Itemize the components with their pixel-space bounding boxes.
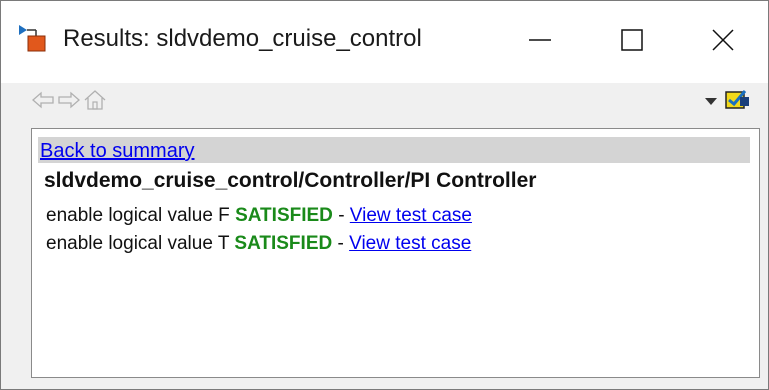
status-satisfied: SATISFIED [234, 233, 333, 254]
dropdown-arrow-icon[interactable] [705, 95, 717, 113]
minimize-button[interactable] [494, 1, 586, 83]
back-to-summary-link[interactable]: Back to summary [40, 140, 194, 163]
maximize-button[interactable] [586, 1, 678, 83]
title-bar[interactable]: Results: sldvdemo_cruise_control [1, 1, 768, 83]
objective-row: enable logical value F SATISFIED - View … [46, 205, 472, 231]
navigation-toolbar [1, 83, 768, 119]
minimize-icon [528, 28, 552, 57]
objective-label: enable logical value T [46, 233, 230, 254]
maximize-icon [620, 28, 644, 57]
separator: - [338, 205, 345, 226]
results-window: Results: sldvdemo_cruise_control Back to… [0, 0, 769, 390]
window-title: Results: sldvdemo_cruise_control [63, 25, 422, 52]
sldv-results-app-icon [17, 23, 47, 53]
view-test-case-link[interactable]: View test case [350, 205, 472, 226]
view-test-case-link[interactable]: View test case [349, 233, 471, 254]
close-icon [711, 28, 735, 57]
objective-label: enable logical value F [46, 205, 230, 226]
separator: - [337, 233, 344, 254]
results-content-pane: Back to summary sldvdemo_cruise_control/… [31, 128, 760, 378]
status-satisfied: SATISFIED [235, 205, 333, 226]
back-arrow-icon[interactable] [31, 89, 55, 116]
forward-arrow-icon[interactable] [57, 89, 81, 116]
close-button[interactable] [677, 1, 769, 83]
block-path-heading: sldvdemo_cruise_control/Controller/PI Co… [44, 169, 537, 192]
home-icon[interactable] [83, 89, 107, 116]
highlight-model-icon[interactable] [725, 88, 751, 117]
objective-row: enable logical value T SATISFIED - View … [46, 233, 471, 259]
back-to-summary-row: Back to summary [38, 137, 750, 163]
